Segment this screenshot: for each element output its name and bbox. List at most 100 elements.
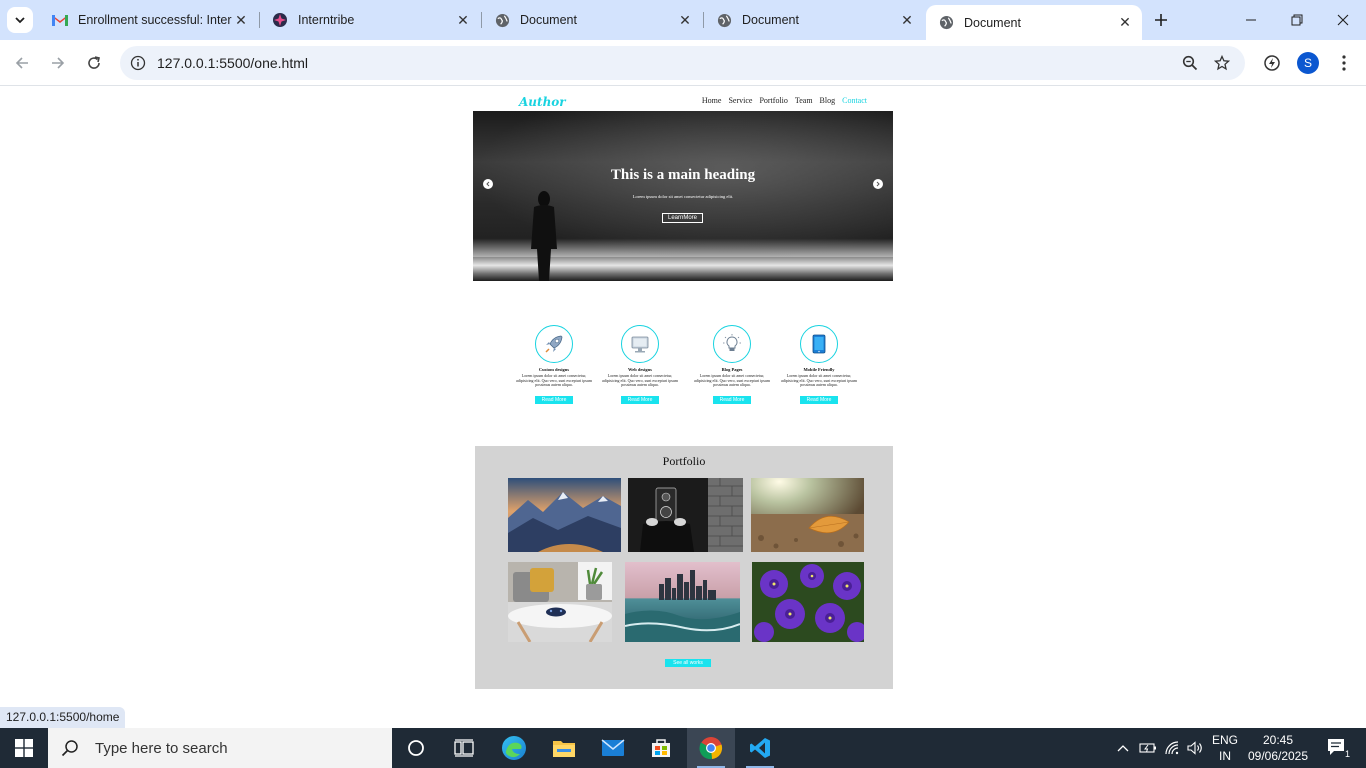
show-hidden-icons-button[interactable] xyxy=(1112,728,1134,768)
service-card: Mobile Friendly Lorem ipsum dolor sit am… xyxy=(777,325,861,406)
chevron-down-icon xyxy=(15,17,25,24)
read-more-button[interactable]: Read More xyxy=(800,395,838,404)
notification-count: 1 xyxy=(1345,749,1351,759)
taskbar-mail[interactable] xyxy=(589,728,637,768)
nav-link-team[interactable]: Team xyxy=(795,96,813,105)
leaf-photo[interactable] xyxy=(751,478,864,552)
tab-document-active[interactable]: Document ✕ xyxy=(926,5,1142,40)
tab-search-button[interactable] xyxy=(7,7,33,33)
close-icon[interactable]: ✕ xyxy=(454,11,472,29)
read-more-button[interactable]: Read More xyxy=(535,395,573,404)
bookmark-star-icon[interactable] xyxy=(1213,54,1231,72)
taskbar-chrome[interactable] xyxy=(687,728,735,768)
mountains-photo[interactable] xyxy=(508,478,621,552)
camera-photo[interactable] xyxy=(628,478,743,552)
lightbulb-icon xyxy=(723,334,741,351)
menu-dots-icon[interactable] xyxy=(1334,52,1354,74)
notification-center-button[interactable]: 1 xyxy=(1318,728,1358,768)
tab-document-2[interactable]: Document ✕ xyxy=(704,0,924,40)
service-title: Blog Pages xyxy=(721,367,743,372)
battery-button[interactable] xyxy=(1137,728,1159,768)
minimize-button[interactable] xyxy=(1228,0,1274,40)
taskbar-store[interactable] xyxy=(637,728,685,768)
cortana-button[interactable] xyxy=(392,728,440,768)
carousel-next-button[interactable] xyxy=(873,179,883,189)
start-button[interactable] xyxy=(0,728,48,768)
site-info-icon[interactable] xyxy=(129,54,147,72)
restore-button[interactable] xyxy=(1274,0,1320,40)
mail-icon xyxy=(601,739,625,756)
performance-icon[interactable] xyxy=(1260,51,1284,75)
carousel-prev-button[interactable] xyxy=(483,179,493,189)
nav-link-blog[interactable]: Blog xyxy=(820,96,836,105)
nav-link-contact[interactable]: Contact xyxy=(842,96,867,105)
url-text[interactable]: 127.0.0.1:5500/one.html xyxy=(157,55,308,71)
network-button[interactable] xyxy=(1161,728,1183,768)
portfolio-section: Portfolio See all works xyxy=(475,446,893,689)
task-view-icon xyxy=(454,739,474,757)
nav-link-service[interactable]: Service xyxy=(728,96,752,105)
close-icon[interactable]: ✕ xyxy=(898,11,916,29)
tab-document-1[interactable]: Document ✕ xyxy=(482,0,702,40)
region-code: IN xyxy=(1218,749,1231,763)
windows-taskbar: Type here to search ENG IN 20:45 09/06/2… xyxy=(0,728,1366,768)
close-window-button[interactable] xyxy=(1320,0,1366,40)
rocket-icon xyxy=(545,335,563,353)
service-icon-circle xyxy=(535,325,573,363)
language-code: ENG xyxy=(1211,733,1238,747)
reload-button[interactable] xyxy=(82,51,106,75)
close-icon[interactable]: ✕ xyxy=(676,11,694,29)
edge-icon xyxy=(502,736,526,760)
restore-icon xyxy=(1291,14,1303,26)
language-indicator[interactable]: ENG IN xyxy=(1207,728,1243,768)
tablet-icon xyxy=(812,334,826,354)
globe-icon xyxy=(938,15,954,31)
folder-icon xyxy=(553,741,575,757)
city-skyline-photo[interactable] xyxy=(625,562,740,642)
taskbar-file-explorer[interactable] xyxy=(540,728,588,768)
monitor-icon xyxy=(631,336,649,353)
tab-label: Enrollment successful: Intern xyxy=(78,13,232,27)
new-tab-button[interactable] xyxy=(1150,9,1172,31)
forward-button[interactable] xyxy=(46,51,70,75)
chevron-up-icon xyxy=(1117,745,1129,752)
close-icon[interactable]: ✕ xyxy=(1116,14,1134,32)
clock[interactable]: 20:45 09/06/2025 xyxy=(1245,728,1311,768)
tab-gmail[interactable]: Enrollment successful: Intern ✕ xyxy=(40,0,258,40)
chevron-right-icon xyxy=(876,181,880,187)
learn-more-button[interactable]: LearnMore xyxy=(662,213,703,223)
back-button[interactable] xyxy=(10,51,34,75)
service-card: Web designs Lorem ipsum dolor sit amet c… xyxy=(598,325,682,406)
arrow-left-icon xyxy=(15,57,28,69)
read-more-button[interactable]: Read More xyxy=(713,395,751,404)
hero-banner: This is a main heading Lorem ipsum dolor… xyxy=(473,111,893,281)
chrome-icon xyxy=(699,737,723,760)
taskbar-search-placeholder: Type here to search xyxy=(95,739,228,757)
vscode-icon xyxy=(750,738,770,758)
nav-link-portfolio[interactable]: Portfolio xyxy=(759,96,787,105)
gamepad-table-photo[interactable] xyxy=(508,562,612,642)
interntribe-icon xyxy=(272,12,288,28)
minimize-icon xyxy=(1246,19,1256,21)
service-title: Mobile Friendly xyxy=(803,367,835,372)
search-icon xyxy=(61,740,78,757)
service-description: Lorem ipsum dolor sit amet consectetur, … xyxy=(602,373,678,387)
taskbar-vscode[interactable] xyxy=(736,728,784,768)
purple-flowers-photo[interactable] xyxy=(752,562,864,642)
zoom-icon[interactable] xyxy=(1181,54,1199,72)
address-bar[interactable]: 127.0.0.1:5500/one.html xyxy=(120,46,1245,80)
taskbar-edge[interactable] xyxy=(490,728,538,768)
see-all-works-button[interactable]: See all works xyxy=(665,659,711,667)
read-more-button[interactable]: Read More xyxy=(621,395,659,404)
volume-button[interactable] xyxy=(1184,728,1206,768)
tab-interntribe[interactable]: Interntribe ✕ xyxy=(260,0,480,40)
site-logo[interactable]: Author xyxy=(519,95,566,109)
service-description: Lorem ipsum dolor sit amet consectetur, … xyxy=(516,373,592,387)
close-icon[interactable]: ✕ xyxy=(232,11,250,29)
task-view-button[interactable] xyxy=(440,728,488,768)
nav-link-home[interactable]: Home xyxy=(702,96,722,105)
profile-avatar[interactable]: S xyxy=(1297,52,1319,74)
taskbar-search-box[interactable]: Type here to search xyxy=(48,728,392,768)
tab-label: Document xyxy=(964,15,1021,30)
status-bar-url: 127.0.0.1:5500/home xyxy=(0,707,126,728)
